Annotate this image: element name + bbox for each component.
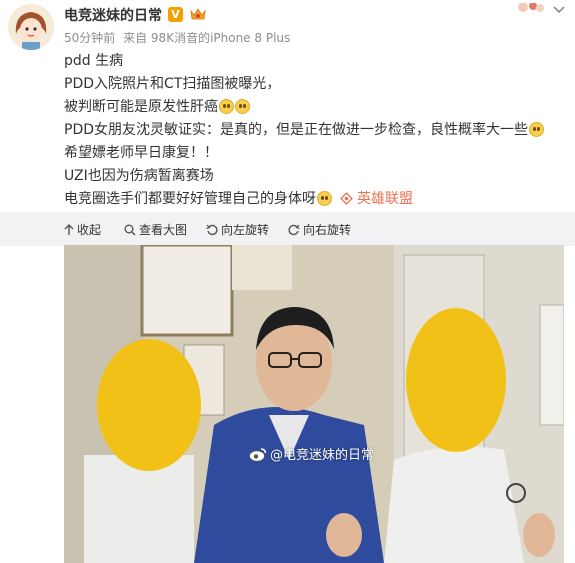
watermark-text: @电竞迷妹的日常 <box>270 448 375 463</box>
rotate-left-icon <box>206 224 218 236</box>
post-line-text: pdd 生病 <box>64 53 124 69</box>
post-line: 被判断可能是原发性肝癌 <box>64 96 569 119</box>
post-line: PDD女朋友沈灵敏证实：是真的，但是正在做进一步检查，良性概率大一些 <box>64 119 569 142</box>
search-icon <box>124 224 136 236</box>
decorative-sticker-icon <box>515 0 545 12</box>
post-line-text: 希望嫖老师早日康复！！ <box>64 145 218 161</box>
post-line-text: UZI也因为伤病暂离赛场 <box>64 168 214 184</box>
post-meta: 50分钟前 来自 98K消音的iPhone 8 Plus <box>64 29 294 46</box>
rotate-right-button[interactable]: 向右旋转 <box>288 221 351 238</box>
post-line-text: PDD入院照片和CT扫描图被曝光， <box>64 76 281 92</box>
post-line-text: 被判断可能是原发性肝癌 <box>64 99 218 115</box>
crying-emoji-icon <box>317 191 332 206</box>
verified-badge: V <box>168 7 183 22</box>
topic-link-label: 英雄联盟 <box>357 191 413 207</box>
post-source: 来自 98K消音的iPhone 8 Plus <box>123 31 291 45</box>
image-toolbar: 收起 查看大图 向左旋转 向右旋转 <box>0 212 575 246</box>
collapse-label: 收起 <box>77 223 102 237</box>
post-line: 电竞圈选手们都要好好管理自己的身体呀 英雄联盟 <box>64 188 569 211</box>
post-line: pdd 生病 <box>64 50 569 73</box>
sad-emoji-icon <box>219 99 234 114</box>
post-photo[interactable] <box>64 245 564 563</box>
image-watermark: @电竞迷妹的日常 <box>249 444 374 463</box>
rotate-left-label: 向左旋转 <box>221 223 270 237</box>
topic-link[interactable]: 英雄联盟 <box>340 191 413 207</box>
rotate-left-button[interactable]: 向左旋转 <box>206 221 269 238</box>
chevron-down-icon[interactable] <box>553 0 565 14</box>
view-large-label: 查看大图 <box>139 223 188 237</box>
post-line: PDD入院照片和CT扫描图被曝光， <box>64 73 569 96</box>
rotate-right-icon <box>288 224 300 236</box>
post-line: UZI也因为伤病暂离赛场 <box>64 165 569 188</box>
view-large-button[interactable]: 查看大图 <box>124 221 187 238</box>
avatar[interactable] <box>8 4 54 50</box>
collapse-button[interactable]: 收起 <box>64 221 101 238</box>
topic-diamond-icon <box>340 190 353 213</box>
post-text: pdd 生病 PDD入院照片和CT扫描图被曝光， 被判断可能是原发性肝癌 PDD… <box>64 50 569 211</box>
post-time[interactable]: 50分钟前 <box>64 31 115 45</box>
sad-emoji-icon <box>529 122 545 137</box>
hospital-photo <box>64 245 564 563</box>
sad-emoji-icon <box>235 99 250 114</box>
username[interactable]: 电竞迷妹的日常 <box>64 5 162 25</box>
rotate-right-label: 向右旋转 <box>303 223 352 237</box>
arrow-up-icon <box>64 224 74 235</box>
post-line-text: 电竞圈选手们都要好好管理自己的身体呀 <box>64 191 316 207</box>
post-line: 希望嫖老师早日康复！！ <box>64 142 569 165</box>
member-badge-icon <box>189 6 207 22</box>
post-line-text: PDD女朋友沈灵敏证实：是真的，但是正在做进一步检查，良性概率大一些 <box>64 122 529 138</box>
weibo-logo-icon <box>249 448 267 462</box>
